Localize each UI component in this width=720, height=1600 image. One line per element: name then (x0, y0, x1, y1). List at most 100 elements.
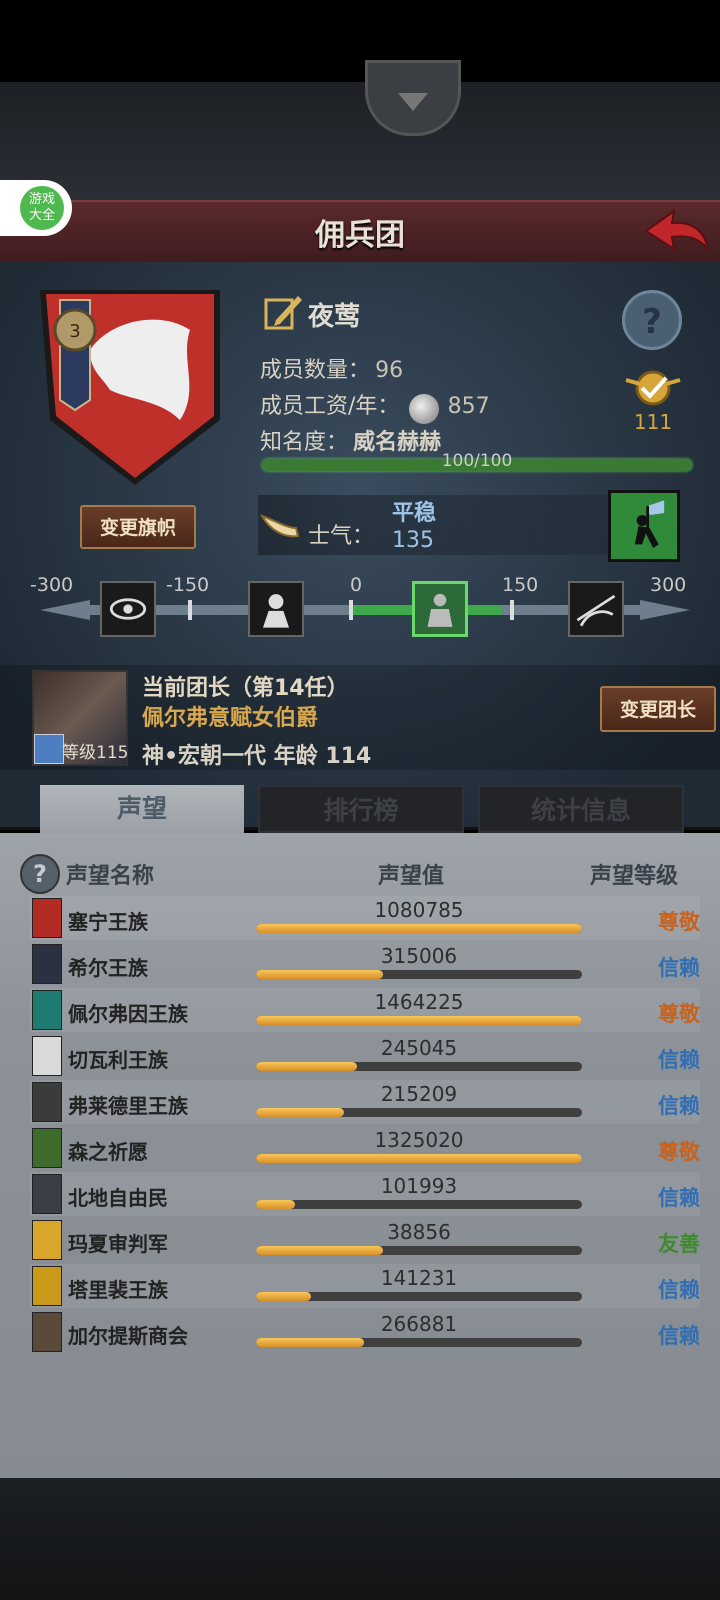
game-center-icon[interactable]: 游戏 大全 (20, 186, 64, 230)
faction-reputation-value: 1464225 (374, 990, 464, 1014)
scale-tick-300: 300 (650, 574, 687, 596)
faction-reputation-value: 266881 (380, 1312, 458, 1336)
faction-name: 加尔提斯商会 (68, 1324, 188, 1348)
faction-reputation-bar (256, 1338, 582, 1347)
morale-victory-slot-icon[interactable] (568, 581, 624, 637)
morale-label: 士气： (308, 524, 375, 549)
faction-reputation-bar (256, 1016, 582, 1025)
reputation-row[interactable]: 北地自由民 101993 信赖 (30, 1172, 700, 1216)
faction-reputation-value: 1325020 (374, 1128, 464, 1152)
reputation-row[interactable]: 加尔提斯商会 266881 信赖 (30, 1310, 700, 1354)
tab-statistics[interactable]: 统计信息 (478, 785, 684, 833)
faction-reputation-bar (256, 1062, 582, 1071)
morale-state: 平稳 (392, 501, 437, 526)
back-arrow-icon[interactable] (642, 205, 712, 255)
salary-row: 成员工资/年： 857 (260, 388, 490, 424)
faction-crest-icon (32, 944, 62, 984)
faction-name: 塔里裴王族 (68, 1278, 168, 1302)
leader-title: 当前团长（第14任） (142, 676, 349, 701)
faction-crest-icon (32, 1220, 62, 1260)
faction-reputation-fill (256, 1200, 296, 1209)
faction-reputation-level: 信赖 (658, 1324, 700, 1348)
faction-reputation-level: 尊敬 (658, 1002, 700, 1026)
faction-reputation-fill (256, 1108, 345, 1117)
faction-reputation-fill (256, 1246, 384, 1255)
faction-reputation-level: 信赖 (658, 1048, 700, 1072)
scale-tick-150: 150 (502, 574, 539, 596)
upper-background (0, 82, 720, 200)
scale-tick-0: 0 (350, 574, 363, 596)
faction-reputation-level: 友善 (658, 1232, 700, 1256)
reputation-row[interactable]: 塔里裴王族 141231 信赖 (30, 1264, 700, 1308)
faction-reputation-fill (256, 1016, 582, 1025)
faction-name: 北地自由民 (68, 1186, 168, 1210)
faction-reputation-bar (256, 924, 582, 933)
faction-reputation-value: 101993 (380, 1174, 458, 1198)
faction-reputation-bar (256, 970, 582, 979)
silver-coin-icon (408, 393, 439, 424)
faction-reputation-value: 215209 (380, 1082, 458, 1106)
reputation-row[interactable]: 塞宁王族 1080785 尊敬 (30, 896, 700, 940)
rank-medal-icon[interactable] (622, 366, 684, 408)
faction-reputation-level: 信赖 (658, 1278, 700, 1302)
faction-name: 玛夏审判军 (68, 1232, 168, 1256)
faction-name: 希尔王族 (68, 956, 148, 980)
faction-reputation-value: 245045 (380, 1036, 458, 1060)
help-button[interactable]: ? (622, 290, 682, 350)
faction-reputation-bar (256, 1292, 582, 1301)
morale-eye-icon[interactable] (100, 581, 156, 637)
reputation-row[interactable]: 森之祈愿 1325020 尊敬 (30, 1126, 700, 1170)
salary-label: 成员工资/年： (260, 394, 400, 419)
faction-reputation-value: 315006 (380, 944, 458, 968)
rank-number: 111 (633, 410, 673, 434)
faction-reputation-level: 尊敬 (658, 1140, 700, 1164)
reputation-row[interactable]: 玛夏审判军 38856 友善 (30, 1218, 700, 1262)
faction-reputation-value: 38856 (387, 1220, 451, 1244)
navigation-bar-area (0, 1478, 720, 1600)
faction-reputation-bar (256, 1246, 582, 1255)
morale-grief-icon[interactable] (248, 581, 304, 637)
reputation-row[interactable]: 佩尔弗因王族 1464225 尊敬 (30, 988, 700, 1032)
faction-reputation-value: 1080785 (374, 898, 464, 922)
leader-level: 等级115 (62, 743, 129, 763)
sword-level-icon (34, 734, 64, 764)
edit-name-icon[interactable] (262, 290, 306, 334)
faction-name: 塞宁王族 (68, 910, 148, 934)
reputation-row[interactable]: 切瓦利王族 245045 信赖 (30, 1034, 700, 1078)
member-count-label: 成员数量： (260, 358, 371, 383)
faction-reputation-fill (256, 1292, 312, 1301)
faction-crest-icon (32, 1082, 62, 1122)
faction-reputation-fill (256, 1338, 364, 1347)
change-leader-button[interactable]: 变更团长 (600, 686, 716, 732)
reputation-help-icon[interactable]: ? (20, 854, 60, 894)
guild-banner-wolf-icon[interactable]: 3 (30, 280, 230, 490)
reputation-row[interactable]: 希尔王族 315006 信赖 (30, 942, 700, 986)
faction-crest-icon (32, 1312, 62, 1352)
faction-reputation-bar (256, 1154, 582, 1163)
faction-reputation-level: 信赖 (658, 956, 700, 980)
change-flag-button[interactable]: 变更旗帜 (80, 505, 196, 549)
salary-value: 857 (447, 394, 490, 419)
faction-name: 森之祈愿 (68, 1140, 148, 1164)
faction-reputation-level: 信赖 (658, 1186, 700, 1210)
faction-name: 佩尔弗因王族 (68, 1002, 188, 1026)
faction-crest-icon (32, 1036, 62, 1076)
reputation-row[interactable]: 弗莱德里王族 215209 信赖 (30, 1080, 700, 1124)
faction-reputation-bar (256, 1200, 582, 1209)
tab-leaderboard[interactable]: 排行榜 (258, 785, 464, 833)
header-reputation-level: 声望等级 (590, 864, 679, 889)
faction-reputation-level: 信赖 (658, 1094, 700, 1118)
faction-crest-icon (32, 898, 62, 938)
morale-calm-icon[interactable] (412, 581, 468, 637)
morale-victory-icon[interactable] (608, 490, 680, 562)
faction-name: 弗莱德里王族 (68, 1094, 188, 1118)
faction-reputation-fill (256, 970, 384, 979)
tab-reputation[interactable]: 声望 (40, 785, 244, 833)
scale-tick-minus-300: -300 (30, 574, 74, 596)
faction-name: 切瓦利王族 (68, 1048, 168, 1072)
faction-reputation-level: 尊敬 (658, 910, 700, 934)
faction-crest-icon (32, 1128, 62, 1168)
faction-crest-icon (32, 1174, 62, 1214)
header-reputation-value: 声望值 (378, 864, 445, 889)
member-count-value: 96 (375, 358, 404, 383)
